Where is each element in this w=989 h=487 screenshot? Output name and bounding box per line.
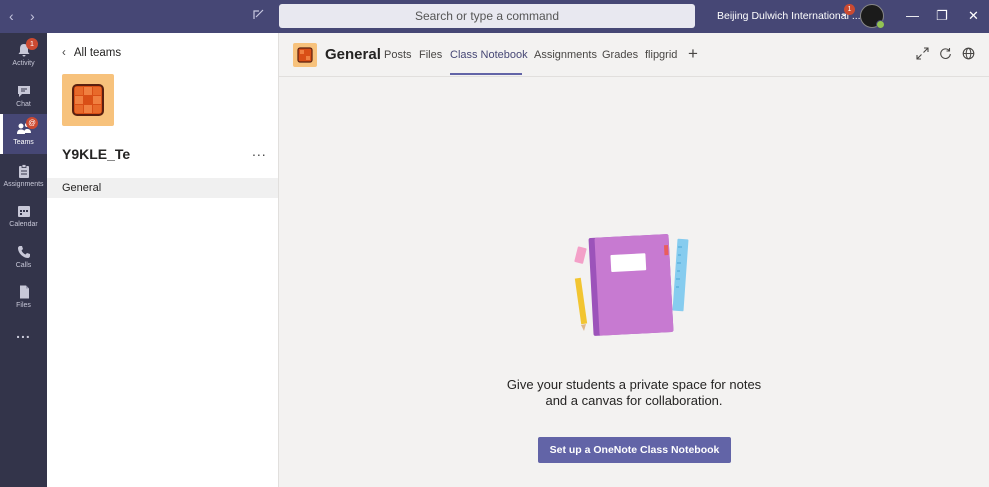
compose-icon[interactable] xyxy=(252,8,265,26)
setup-class-notebook-button[interactable]: Set up a OneNote Class Notebook xyxy=(538,437,731,463)
app-rail: Activity 1 Chat Teams @ Assignments Cale… xyxy=(0,33,47,487)
rail-item-activity[interactable]: Activity 1 xyxy=(0,35,47,75)
rail-item-teams[interactable]: Teams @ xyxy=(0,114,47,154)
all-teams-label: All teams xyxy=(73,47,122,59)
class-notebook-empty-state: Give your students a private space for n… xyxy=(279,77,989,487)
rail-label: Activity xyxy=(12,60,35,67)
org-notification-badge: 1 xyxy=(844,4,855,15)
avatar[interactable] xyxy=(860,4,885,29)
rail-item-chat[interactable]: Chat xyxy=(0,76,47,116)
rail-label: Teams xyxy=(13,139,34,146)
file-icon xyxy=(19,285,29,299)
add-tab-button[interactable]: + xyxy=(688,44,698,64)
notebook-tile-icon xyxy=(297,47,313,63)
team-panel: ‹ All teams Y9KLE_Te ... General xyxy=(47,33,279,487)
refresh-icon[interactable] xyxy=(939,47,952,65)
rail-item-calendar[interactable]: Calendar xyxy=(0,196,47,236)
empty-state-message: Give your students a private space for n… xyxy=(279,377,989,409)
team-avatar xyxy=(62,74,114,126)
back-arrow-icon[interactable]: ‹ xyxy=(9,8,14,24)
notebook-illustration-icon xyxy=(574,234,689,336)
minimize-icon[interactable]: — xyxy=(906,8,919,23)
tab-files[interactable]: Files xyxy=(419,49,442,61)
mention-badge: @ xyxy=(26,117,38,129)
rail-item-assignments[interactable]: Assignments xyxy=(0,156,47,196)
expand-icon[interactable] xyxy=(916,47,929,65)
all-teams-link[interactable]: ‹ All teams xyxy=(62,47,121,59)
rail-label: Calls xyxy=(15,262,32,269)
channel-header: General Posts Files Class Notebook Assig… xyxy=(279,33,989,77)
restore-icon[interactable]: ❐ xyxy=(936,8,948,24)
rail-label: Files xyxy=(16,302,31,309)
tab-flipgrid[interactable]: flipgrid xyxy=(645,49,677,61)
rail-label: Chat xyxy=(16,101,31,108)
message-line-1: Give your students a private space for n… xyxy=(506,377,762,392)
globe-icon[interactable] xyxy=(962,47,975,65)
search-input[interactable]: Search or type a command xyxy=(279,4,695,28)
activity-badge: 1 xyxy=(26,38,38,50)
title-bar: ‹ › Search or type a command Beijing Dul… xyxy=(0,0,989,33)
channel-item-general[interactable]: General xyxy=(47,178,278,198)
active-tab-indicator xyxy=(450,73,522,75)
message-line-2: and a canvas for collaboration. xyxy=(545,393,723,408)
tab-class-notebook[interactable]: Class Notebook xyxy=(450,49,528,61)
team-name: Y9KLE_Te xyxy=(62,146,131,162)
chevron-left-icon: ‹ xyxy=(62,47,66,59)
rail-label: Calendar xyxy=(9,221,38,228)
notebook-tile-icon xyxy=(72,84,104,116)
tab-posts[interactable]: Posts xyxy=(384,49,412,61)
forward-arrow-icon[interactable]: › xyxy=(30,8,35,24)
tab-assignments[interactable]: Assignments xyxy=(534,49,597,61)
channel-title: General xyxy=(325,46,381,63)
team-more-options-icon[interactable]: ... xyxy=(252,143,267,159)
rail-item-calls[interactable]: Calls xyxy=(0,237,47,277)
calendar-icon xyxy=(17,206,30,217)
presence-available-icon xyxy=(876,20,885,29)
rail-item-files[interactable]: Files xyxy=(0,277,47,317)
rail-label: Assignments xyxy=(3,181,44,188)
tab-grades[interactable]: Grades xyxy=(602,49,638,61)
channel-icon xyxy=(293,43,317,67)
more-apps-icon[interactable]: ... xyxy=(0,325,47,365)
phone-icon xyxy=(17,246,30,258)
chat-icon xyxy=(17,86,30,97)
close-icon[interactable]: ✕ xyxy=(968,8,979,24)
assignments-icon xyxy=(18,164,29,178)
